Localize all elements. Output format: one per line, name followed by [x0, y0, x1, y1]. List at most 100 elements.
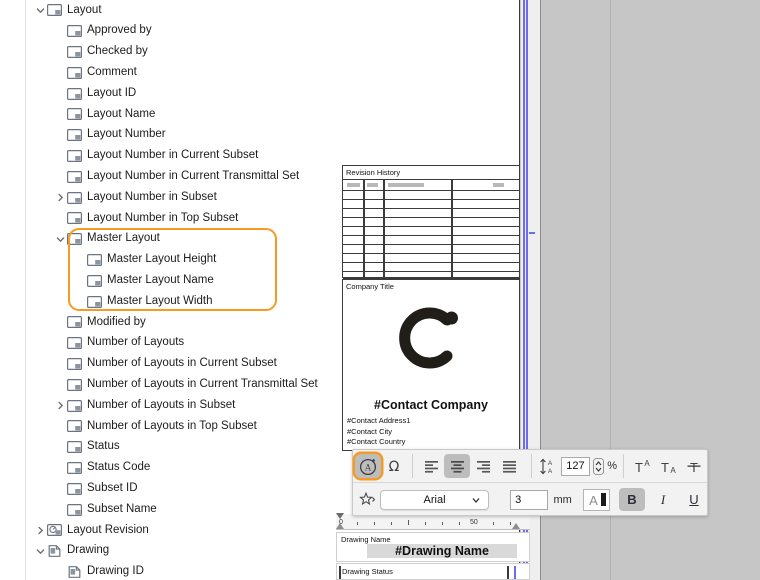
field-tree-panel[interactable]: LayoutApproved byChecked byCommentLayout… [27, 0, 332, 580]
favorites-button[interactable] [359, 492, 376, 507]
italic-button[interactable]: I [650, 488, 676, 512]
twisty-spacer [73, 291, 87, 312]
strikethrough-icon: T [686, 459, 702, 474]
svg-text:A: A [589, 493, 598, 507]
drawing-status-block[interactable]: Drawing Status [336, 563, 530, 580]
tree-item-number-of-layouts-in-top-subset[interactable]: Number of Layouts in Top Subset [27, 416, 332, 437]
chevron-right-icon[interactable] [53, 395, 67, 416]
tree-item-subset-id[interactable]: Subset ID [27, 478, 332, 499]
tree-item-layout-number-in-top-subset[interactable]: Layout Number in Top Subset [27, 208, 332, 229]
line-spacing-icon: A A [539, 458, 558, 475]
align-center-button[interactable] [444, 454, 470, 478]
line-spacing-value: 127 [566, 460, 584, 472]
drawing-icon [47, 545, 62, 557]
layout-icon [47, 4, 62, 16]
line-spacing-input[interactable]: 127 [561, 457, 590, 476]
tree-item-number-of-layouts-in-current-subset[interactable]: Number of Layouts in Current Subset [27, 354, 332, 375]
status-guide-bar [514, 566, 516, 579]
font-size-input[interactable]: 3 [510, 490, 548, 510]
tree-item-status[interactable]: Status [27, 437, 332, 458]
twisty-spacer [53, 166, 67, 187]
font-family-select[interactable]: Arial [380, 490, 489, 510]
layout-icon [87, 275, 102, 287]
company-address: #Contact Address1 #Contact City #Contact… [347, 416, 410, 448]
svg-text:T: T [690, 460, 698, 474]
special-character-button[interactable]: Ω [381, 454, 407, 478]
tree-item-drawing-id[interactable]: Drawing ID [27, 562, 332, 580]
layout-icon [67, 108, 82, 120]
tree-item-master-layout[interactable]: Master Layout [27, 229, 332, 250]
tree-item-checked-by[interactable]: Checked by [27, 42, 332, 63]
twisty-spacer [53, 62, 67, 83]
align-justify-icon [502, 460, 517, 473]
tree-item-layout-number-in-subset[interactable]: Layout Number in Subset [27, 187, 332, 208]
tree-item-master-layout-height[interactable]: Master Layout Height [27, 250, 332, 271]
tree-item-master-layout-name[interactable]: Master Layout Name [27, 270, 332, 291]
tree-item-subset-name[interactable]: Subset Name [27, 499, 332, 520]
superscript-button[interactable]: T A [629, 454, 655, 478]
tree-item-label: Layout Number in Subset [87, 192, 217, 204]
autotext-button[interactable]: A [355, 454, 381, 478]
tree-item-label: Layout Number in Current Subset [87, 150, 258, 162]
tree-item-label: Layout [67, 5, 102, 17]
revision-history-block[interactable]: Revision History [342, 165, 520, 278]
text-formatting-toolbar[interactable]: A Ω [352, 449, 708, 516]
text-color-button[interactable]: A [583, 489, 610, 511]
underline-button[interactable]: U [681, 488, 707, 512]
tree-item-label: Number of Layouts in Current Subset [87, 358, 277, 370]
star-icon [359, 492, 376, 507]
drawing-name-value[interactable]: #Drawing Name [367, 544, 517, 558]
tree-item-approved-by[interactable]: Approved by [27, 21, 332, 42]
horizontal-ruler[interactable]: 0 50 [336, 514, 530, 530]
chevron-down-icon[interactable] [53, 229, 67, 250]
guide-handle-tick[interactable] [529, 232, 535, 234]
subscript-button[interactable]: T A [655, 454, 681, 478]
tree-item-label: Approved by [87, 25, 152, 37]
tree-item-layout[interactable]: Layout [27, 0, 332, 21]
app-root: Revision History [0, 0, 760, 580]
bold-button[interactable]: B [619, 488, 645, 511]
tree-item-number-of-layouts[interactable]: Number of Layouts [27, 333, 332, 354]
tree-item-layout-id[interactable]: Layout ID [27, 83, 332, 104]
tree-item-modified-by[interactable]: Modified by [27, 312, 332, 333]
tree-item-status-code[interactable]: Status Code [27, 458, 332, 479]
twisty-spacer [53, 333, 67, 354]
tree-item-number-of-layouts-in-current-transmittal-set[interactable]: Number of Layouts in Current Transmittal… [27, 374, 332, 395]
tree-item-layout-number-in-current-subset[interactable]: Layout Number in Current Subset [27, 146, 332, 167]
align-right-button[interactable] [470, 454, 496, 478]
chevron-right-icon[interactable] [53, 187, 67, 208]
tree-item-layout-name[interactable]: Layout Name [27, 104, 332, 125]
svg-text:A: A [548, 468, 553, 475]
chevron-right-icon[interactable] [33, 520, 47, 541]
tree-item-layout-number[interactable]: Layout Number [27, 125, 332, 146]
layout-icon [67, 67, 82, 79]
ruler-origin-label: 0 [339, 519, 343, 526]
revision-history-label: Revision History [343, 166, 519, 177]
company-title-block[interactable]: Company Title #Contact Company #Contact … [342, 279, 520, 451]
twisty-spacer [53, 374, 67, 395]
ruler-indent-marker-right[interactable] [512, 523, 520, 529]
text-cursor-icon [601, 493, 606, 506]
tree-item-drawing[interactable]: Drawing [27, 541, 332, 562]
tree-item-label: Drawing ID [87, 566, 144, 578]
tree-item-comment[interactable]: Comment [27, 62, 332, 83]
chevron-down-icon[interactable] [33, 541, 47, 562]
twisty-spacer [53, 208, 67, 229]
tree-item-layout-number-in-current-transmittal-set[interactable]: Layout Number in Current Transmittal Set [27, 166, 332, 187]
strikethrough-button[interactable]: T [681, 454, 707, 478]
layout-icon [67, 504, 82, 516]
layout-icon [67, 337, 82, 349]
address-line-3: #Contact Country [347, 437, 410, 448]
chevron-down-icon[interactable] [33, 0, 47, 21]
svg-text:Ω: Ω [389, 459, 400, 474]
layout-icon [67, 379, 82, 391]
line-spacing-stepper[interactable] [593, 457, 604, 476]
font-family-value: Arial [424, 494, 446, 506]
tree-item-number-of-layouts-in-subset[interactable]: Number of Layouts in Subset [27, 395, 332, 416]
drawing-name-block[interactable]: Drawing Name #Drawing Name [336, 532, 530, 562]
align-right-icon [476, 460, 491, 473]
align-left-button[interactable] [418, 454, 444, 478]
tree-item-master-layout-width[interactable]: Master Layout Width [27, 291, 332, 312]
align-justify-button[interactable] [496, 454, 522, 478]
tree-item-layout-revision[interactable]: Layout Revision [27, 520, 332, 541]
